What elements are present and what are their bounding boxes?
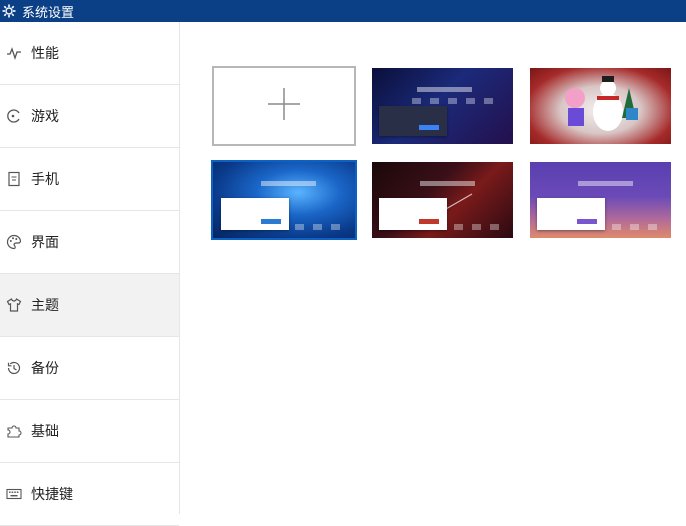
sidebar-item-phone[interactable]: 手机 (0, 148, 179, 211)
theme-tile-purple-sunset[interactable] (530, 162, 671, 238)
theme-tile-dark-red[interactable] (372, 162, 513, 238)
gear-icon (2, 4, 16, 18)
sidebar-item-label: 性能 (31, 46, 59, 62)
sidebar-item-label: 界面 (31, 235, 59, 251)
sidebar-item-game[interactable]: 游戏 (0, 85, 179, 148)
sidebar-item-label: 游戏 (31, 109, 59, 125)
window-title: 系统设置 (22, 5, 75, 21)
theme-gallery (181, 22, 686, 514)
sidebar-item-basic[interactable]: 基础 (0, 400, 179, 463)
sidebar-item-interface[interactable]: 界面 (0, 211, 179, 274)
palette-icon (6, 234, 22, 250)
theme-tile-dark-blue[interactable] (372, 68, 513, 144)
sidebar-item-backup[interactable]: 备份 (0, 337, 179, 400)
sidebar-item-label: 手机 (31, 172, 59, 188)
sidebar-item-label: 备份 (31, 361, 59, 377)
theme-tile-christmas[interactable] (530, 68, 671, 144)
plus-icon (266, 86, 302, 126)
theme-tile-windows-blue[interactable] (211, 160, 357, 240)
sidebar-item-label: 快捷键 (31, 487, 73, 503)
pulse-icon (6, 45, 22, 61)
sidebar-item-shortcuts[interactable]: 快捷键 (0, 463, 179, 526)
sidebar-item-label: 主题 (31, 298, 59, 314)
sidebar: 性能 游戏 手机 界面 主题 备份 基础 快捷键 (0, 22, 180, 526)
sidebar-item-performance[interactable]: 性能 (0, 22, 179, 85)
phone-icon (6, 171, 22, 187)
keyboard-icon (6, 486, 22, 502)
sidebar-item-label: 基础 (31, 424, 59, 440)
puzzle-icon (6, 423, 22, 439)
add-theme-tile[interactable] (212, 66, 356, 146)
sidebar-item-theme[interactable]: 主题 (0, 274, 179, 337)
gamepad-icon (6, 108, 22, 124)
history-icon (6, 360, 22, 376)
tshirt-icon (6, 297, 22, 313)
title-bar: 系统设置 (0, 0, 686, 22)
